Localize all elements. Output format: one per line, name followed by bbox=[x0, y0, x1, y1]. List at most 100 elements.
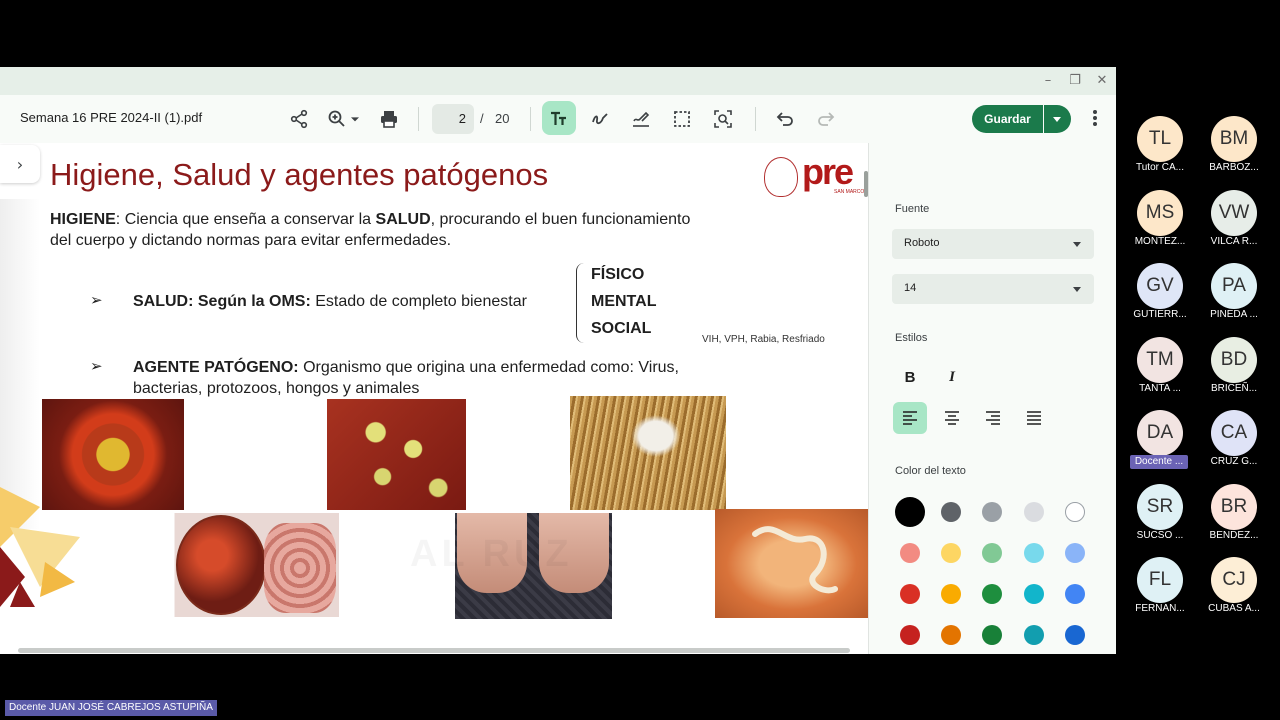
participant-tile[interactable]: SR SUCSO ... bbox=[1120, 483, 1200, 550]
align-justify-icon bbox=[1027, 411, 1041, 425]
salud-definition: Estado de completo bienestar bbox=[310, 293, 527, 310]
save-button[interactable]: Guardar bbox=[972, 105, 1043, 133]
participant-tile[interactable]: CA CRUZ G... bbox=[1194, 410, 1274, 476]
signature-icon[interactable] bbox=[629, 107, 653, 131]
participant-tile[interactable]: VW VILCA R... bbox=[1194, 189, 1274, 256]
pdf-viewer-window: – ❐ ✕ Semana 16 PRE 2024-II (1).pdf 2 / … bbox=[0, 67, 1116, 654]
minimize-icon[interactable]: – bbox=[1040, 73, 1056, 89]
participant-tile[interactable]: DA Docente ... bbox=[1120, 410, 1200, 476]
color-swatch[interactable] bbox=[900, 584, 920, 604]
print-icon[interactable] bbox=[377, 107, 401, 131]
window-titlebar: – ❐ ✕ bbox=[0, 67, 1116, 95]
participant-tile[interactable]: BM BARBOZ... bbox=[1194, 116, 1274, 182]
restore-icon[interactable]: ❐ bbox=[1067, 73, 1083, 89]
draw-icon[interactable] bbox=[588, 107, 612, 131]
color-swatch[interactable] bbox=[1023, 502, 1044, 522]
participant-name: BRICEÑ... bbox=[1210, 382, 1258, 394]
bold-button[interactable]: B bbox=[893, 361, 927, 393]
slide-title: Higiene, Salud y agentes patógenos bbox=[50, 157, 549, 192]
more-options-icon[interactable] bbox=[1086, 108, 1104, 130]
horizontal-scrollbar[interactable] bbox=[18, 648, 850, 653]
color-swatch[interactable] bbox=[900, 625, 920, 645]
participant-name: SUCSO ... bbox=[1136, 529, 1184, 541]
align-right-button[interactable] bbox=[976, 402, 1010, 434]
university-crest-logo bbox=[764, 157, 798, 197]
color-swatch[interactable] bbox=[941, 543, 962, 563]
sidebar-toggle-chevron-icon[interactable]: › bbox=[0, 145, 40, 183]
bacteria-intestine-image bbox=[164, 513, 339, 617]
font-size-select[interactable]: 14 bbox=[892, 274, 1094, 304]
color-swatch[interactable] bbox=[941, 502, 962, 522]
participant-tile[interactable]: FL FERNAN... bbox=[1120, 557, 1200, 623]
font-select-value: Roboto bbox=[904, 237, 940, 249]
agente-label: AGENTE PATÓGENO: bbox=[133, 359, 299, 376]
toolbar-divider bbox=[530, 107, 531, 131]
color-swatch[interactable] bbox=[900, 543, 920, 563]
participant-tile[interactable]: TM TANTA ... bbox=[1120, 336, 1200, 403]
color-swatch[interactable] bbox=[982, 543, 1003, 563]
avatar: MS bbox=[1137, 189, 1183, 236]
color-swatch[interactable] bbox=[1064, 584, 1085, 604]
search-in-image-icon[interactable] bbox=[711, 107, 735, 131]
zoom-chevron-down-icon[interactable] bbox=[347, 107, 363, 131]
participant-tile[interactable]: MS MONTEZ... bbox=[1120, 189, 1200, 256]
agente-definition: Organismo que origina una enfermedad com… bbox=[298, 359, 679, 376]
avatar: BM bbox=[1211, 116, 1257, 162]
redo-icon[interactable] bbox=[814, 107, 838, 131]
color-swatch[interactable] bbox=[941, 625, 962, 645]
avatar: BD bbox=[1211, 336, 1257, 383]
wellbeing-fisico: FÍSICO bbox=[591, 266, 645, 283]
participant-tile[interactable]: PA PINEDA ... bbox=[1194, 263, 1274, 329]
participant-name: MONTEZ... bbox=[1134, 235, 1186, 247]
font-label: Fuente bbox=[895, 203, 930, 215]
avatar: BR bbox=[1211, 483, 1257, 530]
pdf-toolbar: Semana 16 PRE 2024-II (1).pdf 2 / 20 Gua… bbox=[0, 95, 1116, 143]
brace bbox=[576, 263, 586, 343]
undo-icon[interactable] bbox=[773, 107, 797, 131]
text-format-icon[interactable] bbox=[547, 107, 571, 131]
participant-tile[interactable]: CJ CUBAS A... bbox=[1194, 557, 1274, 623]
avatar: TL bbox=[1137, 116, 1183, 162]
agente-line: AGENTE PATÓGENO: Organismo que origina u… bbox=[133, 357, 763, 378]
participant-tile[interactable]: BD BRICEÑ... bbox=[1194, 336, 1274, 403]
participant-tile[interactable]: TL Tutor CA... bbox=[1120, 116, 1200, 182]
color-swatch[interactable] bbox=[1023, 625, 1044, 645]
align-justify-button[interactable] bbox=[1017, 402, 1051, 434]
zoom-icon[interactable] bbox=[325, 107, 349, 131]
participant-tile[interactable]: GV GUTIERR... bbox=[1120, 263, 1200, 329]
color-swatch[interactable] bbox=[895, 497, 925, 527]
wellbeing-social: SOCIAL bbox=[591, 320, 652, 337]
avatar: CA bbox=[1211, 410, 1257, 456]
color-swatch[interactable] bbox=[982, 625, 1003, 645]
color-swatch[interactable] bbox=[1064, 543, 1085, 563]
color-swatch[interactable] bbox=[982, 584, 1003, 604]
select-area-icon[interactable] bbox=[670, 107, 694, 131]
align-center-button[interactable] bbox=[935, 402, 969, 434]
page-number-input[interactable]: 2 bbox=[432, 104, 474, 134]
decorative-triangles bbox=[0, 487, 80, 607]
color-swatch[interactable] bbox=[1064, 502, 1085, 522]
close-icon[interactable]: ✕ bbox=[1094, 73, 1110, 89]
styles-label: Estilos bbox=[895, 332, 928, 344]
save-options-chevron-icon[interactable] bbox=[1044, 105, 1071, 133]
font-select[interactable]: Roboto bbox=[892, 229, 1094, 259]
align-left-button[interactable] bbox=[893, 402, 927, 434]
avatar: PA bbox=[1211, 263, 1257, 309]
higiene-term: HIGIENE bbox=[50, 211, 116, 228]
share-icon[interactable] bbox=[287, 107, 311, 131]
italic-button[interactable]: I bbox=[935, 361, 969, 393]
text-format-panel: Fuente Roboto 14 Estilos B I Color del t… bbox=[868, 143, 1116, 654]
color-swatch[interactable] bbox=[1064, 625, 1085, 645]
avatar: TM bbox=[1137, 336, 1183, 383]
color-swatch[interactable] bbox=[1023, 584, 1044, 604]
color-swatch[interactable] bbox=[1023, 543, 1044, 563]
toolbar-divider bbox=[418, 107, 419, 131]
color-swatch[interactable] bbox=[941, 584, 962, 604]
color-swatch[interactable] bbox=[982, 502, 1003, 522]
higiene-paragraph: HIGIENE: Ciencia que enseña a conservar … bbox=[50, 209, 770, 230]
page-separator: / bbox=[480, 111, 484, 126]
participant-tile[interactable]: BR BENDEZ... bbox=[1194, 483, 1274, 550]
bullet-arrow-icon: ➢ bbox=[90, 357, 103, 375]
intestine-illustration bbox=[264, 523, 336, 613]
participant-name: BENDEZ... bbox=[1209, 529, 1259, 541]
